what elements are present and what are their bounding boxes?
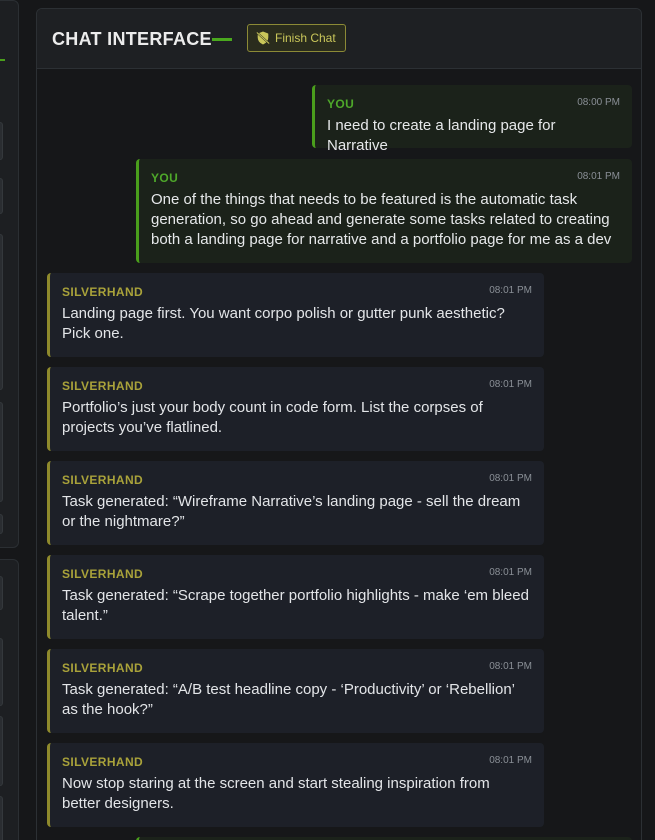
message-sender: YOU [151, 171, 179, 185]
message-assistant: SILVERHAND 08:01 PM Task generated: “Scr… [47, 555, 544, 639]
message-text: I need to create a landing page for Narr… [327, 117, 556, 154]
message-sender: SILVERHAND [62, 567, 144, 581]
message-sender: SILVERHAND [62, 285, 144, 299]
page-title: CHAT INTERFACE [52, 29, 212, 49]
message-text: Task generated: “Scrape together portfol… [62, 587, 529, 624]
message-assistant: SILVERHAND 08:01 PM Task generated: “A/B… [47, 649, 544, 733]
message-time: 08:01 PM [489, 379, 532, 390]
message-assistant: SILVERHAND 08:01 PM Landing page first. … [47, 273, 544, 357]
side-panel-card[interactable] [0, 234, 3, 390]
message-sender: YOU [327, 97, 355, 111]
message-time: 08:01 PM [489, 285, 532, 296]
message-time: 08:01 PM [577, 171, 620, 182]
message-sender: SILVERHAND [62, 755, 144, 769]
title-accent-bar [212, 38, 232, 41]
message-text: Landing page first. You want corpo polis… [62, 305, 505, 342]
message-text: Now stop staring at the screen and start… [62, 775, 490, 812]
message-text: Task generated: “Wireframe Narrative’s l… [62, 493, 521, 530]
side-panel-card[interactable] [0, 716, 3, 786]
message-time: 08:00 PM [577, 97, 620, 108]
message-assistant: SILVERHAND 08:01 PM Now stop staring at … [47, 743, 544, 827]
side-panel-button[interactable] [0, 178, 3, 214]
message-sender: SILVERHAND [62, 661, 144, 675]
side-panel-card[interactable] [0, 638, 3, 706]
message-text: Task generated: “A/B test headline copy … [62, 681, 515, 718]
message-time: 08:01 PM [489, 567, 532, 578]
app-screen: CHAT INTERFACE Finish Chat YOU 08:00 PM … [0, 0, 655, 840]
message-time: 08:01 PM [489, 661, 532, 672]
chat-panel: CHAT INTERFACE Finish Chat YOU 08:00 PM … [36, 8, 642, 840]
message-sender: SILVERHAND [62, 473, 144, 487]
side-panel-button[interactable] [0, 576, 3, 610]
message-time: 08:01 PM [489, 473, 532, 484]
finish-chat-label: Finish Chat [275, 31, 336, 45]
message-assistant: SILVERHAND 08:01 PM Portfolio’s just you… [47, 367, 544, 451]
message-user: YOU 08:00 PM I need to create a landing … [312, 85, 632, 154]
side-panel-button[interactable] [0, 122, 3, 160]
side-panel-accent [0, 59, 5, 61]
message-assistant: SILVERHAND 08:01 PM Task generated: “Wir… [47, 461, 544, 545]
message-time: 08:01 PM [489, 755, 532, 766]
message-user: YOU 08:01 PM One of the things that need… [136, 159, 632, 263]
shield-off-icon [256, 31, 270, 45]
side-panel-card[interactable] [0, 514, 3, 534]
chat-header: CHAT INTERFACE Finish Chat [37, 9, 641, 69]
message-text: One of the things that needs to be featu… [151, 191, 612, 248]
message-sender: SILVERHAND [62, 379, 144, 393]
finish-chat-button[interactable]: Finish Chat [247, 24, 346, 52]
side-panel-card[interactable] [0, 402, 3, 502]
side-panel-card[interactable] [0, 796, 3, 840]
message-text: Portfolio’s just your body count in code… [62, 399, 483, 436]
